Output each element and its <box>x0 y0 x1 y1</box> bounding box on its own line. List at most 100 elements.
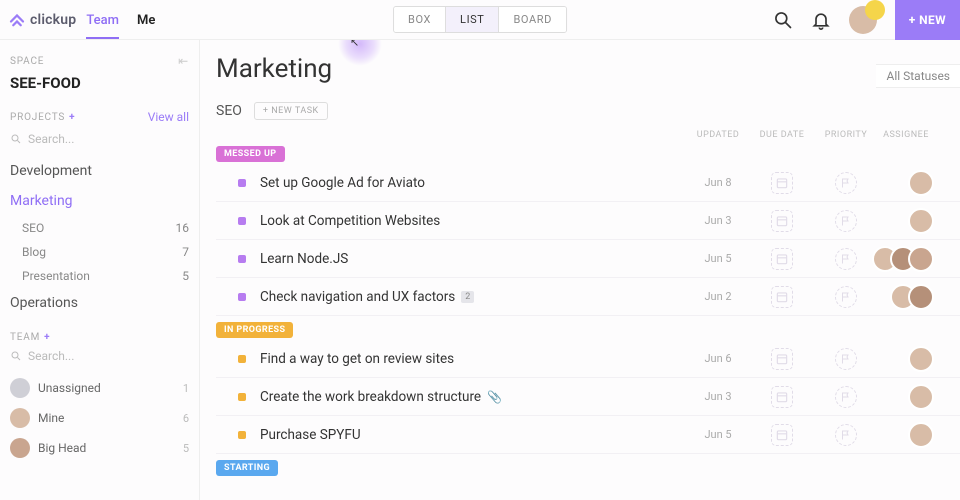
calendar-icon[interactable] <box>771 424 793 446</box>
sublist-seo[interactable]: SEO16 <box>10 216 189 240</box>
add-team-icon[interactable]: + <box>44 332 50 343</box>
task-row[interactable]: Look at Competition WebsitesJun 3 <box>216 202 960 240</box>
task-row[interactable]: Set up Google Ad for AviatoJun 8 <box>216 164 960 202</box>
bell-icon[interactable] <box>811 10 831 30</box>
status-pill[interactable]: STARTING <box>216 460 278 476</box>
task-name[interactable]: Find a way to get on review sites <box>260 351 686 367</box>
new-button[interactable]: + NEW <box>895 0 960 40</box>
brand-name: clickup <box>30 12 76 28</box>
tab-me[interactable]: Me <box>137 1 155 39</box>
space-name[interactable]: SEE-FOOD <box>10 74 189 92</box>
task-row[interactable]: Learn Node.JSJun 5 <box>216 240 960 278</box>
cursor-icon: ↖ <box>350 40 359 49</box>
view-all-link[interactable]: View all <box>148 110 189 124</box>
project-marketing[interactable]: Marketing <box>10 186 189 216</box>
assignee-avatar[interactable] <box>908 384 934 410</box>
cell-assignee[interactable] <box>878 284 934 310</box>
calendar-icon[interactable] <box>771 172 793 194</box>
cell-priority[interactable] <box>814 386 878 408</box>
team-mine[interactable]: Mine6 <box>10 403 189 433</box>
flag-icon[interactable] <box>835 172 857 194</box>
tab-team[interactable]: Team <box>86 1 119 39</box>
view-board[interactable]: BOARD <box>499 7 565 32</box>
cell-due[interactable] <box>750 210 814 232</box>
flag-icon[interactable] <box>835 286 857 308</box>
avatar-icon <box>10 378 30 398</box>
view-list[interactable]: LIST <box>446 7 499 32</box>
project-search[interactable]: Search... <box>10 132 189 146</box>
calendar-icon[interactable] <box>771 348 793 370</box>
cell-due[interactable] <box>750 248 814 270</box>
project-development[interactable]: Development <box>10 156 189 186</box>
assignee-avatar[interactable] <box>908 170 934 196</box>
status-pill[interactable]: IN PROGRESS <box>216 322 293 338</box>
user-avatar[interactable] <box>849 6 877 34</box>
cell-priority[interactable] <box>814 424 878 446</box>
sublist-presentation[interactable]: Presentation5 <box>10 264 189 288</box>
collapse-icon[interactable]: ⇤ <box>178 54 189 68</box>
status-dot <box>238 393 246 401</box>
assignee-avatar[interactable] <box>908 246 934 272</box>
task-name[interactable]: Look at Competition Websites <box>260 213 686 229</box>
cell-assignee[interactable] <box>878 346 934 372</box>
cell-priority[interactable] <box>814 210 878 232</box>
team-search[interactable]: Search... <box>10 349 189 363</box>
task-name[interactable]: Set up Google Ad for Aviato <box>260 175 686 191</box>
calendar-icon[interactable] <box>771 286 793 308</box>
search-icon <box>10 350 22 362</box>
assignee-avatar[interactable] <box>908 284 934 310</box>
flag-icon[interactable] <box>835 210 857 232</box>
flag-icon[interactable] <box>835 386 857 408</box>
calendar-icon[interactable] <box>771 248 793 270</box>
cell-priority[interactable] <box>814 172 878 194</box>
cell-assignee[interactable] <box>878 170 934 196</box>
new-task-button[interactable]: + NEW TASK <box>254 102 328 120</box>
task-row[interactable]: Find a way to get on review sitesJun 6 <box>216 340 960 378</box>
task-row[interactable]: Check navigation and UX factors2Jun 2 <box>216 278 960 316</box>
cell-priority[interactable] <box>814 286 878 308</box>
assignee-avatar[interactable] <box>908 208 934 234</box>
calendar-icon[interactable] <box>771 386 793 408</box>
cell-due[interactable] <box>750 386 814 408</box>
calendar-icon[interactable] <box>771 210 793 232</box>
column-headers: UPDATED DUE DATE PRIORITY ASSIGNEE <box>216 130 960 140</box>
brand-logo[interactable]: clickup <box>8 11 76 29</box>
cell-assignee[interactable] <box>878 384 934 410</box>
view-box[interactable]: BOX <box>394 7 446 32</box>
cell-due[interactable] <box>750 424 814 446</box>
task-name[interactable]: Check navigation and UX factors2 <box>260 289 686 305</box>
cell-assignee[interactable] <box>878 246 934 272</box>
cell-assignee[interactable] <box>878 208 934 234</box>
assignee-avatar[interactable] <box>908 346 934 372</box>
cell-updated: Jun 5 <box>686 428 750 441</box>
team-bighead[interactable]: Big Head5 <box>10 433 189 463</box>
status-pill[interactable]: MESSED UP <box>216 146 285 162</box>
avatar-icon <box>10 438 30 458</box>
task-row[interactable]: Purchase SPYFUJun 5 <box>216 416 960 454</box>
task-row[interactable]: Create the work breakdown structure📎Jun … <box>216 378 960 416</box>
team-unassigned[interactable]: Unassigned1 <box>10 373 189 403</box>
cell-priority[interactable] <box>814 348 878 370</box>
task-name[interactable]: Create the work breakdown structure📎 <box>260 389 686 405</box>
status-dot <box>238 355 246 363</box>
task-name[interactable]: Purchase SPYFU <box>260 427 686 443</box>
add-project-icon[interactable]: + <box>69 112 75 123</box>
sublist-blog[interactable]: Blog7 <box>10 240 189 264</box>
flag-icon[interactable] <box>835 248 857 270</box>
project-operations[interactable]: Operations <box>10 288 189 318</box>
cell-updated: Jun 3 <box>686 214 750 227</box>
subtask-count: 2 <box>461 291 474 303</box>
list-name[interactable]: SEO <box>216 103 242 119</box>
filter-statuses[interactable]: All Statuses <box>876 64 960 88</box>
flag-icon[interactable] <box>835 348 857 370</box>
cell-assignee[interactable] <box>878 422 934 448</box>
assignee-avatar[interactable] <box>908 422 934 448</box>
status-dot <box>238 217 246 225</box>
task-name[interactable]: Learn Node.JS <box>260 251 686 267</box>
cell-due[interactable] <box>750 286 814 308</box>
cell-priority[interactable] <box>814 248 878 270</box>
cell-due[interactable] <box>750 348 814 370</box>
flag-icon[interactable] <box>835 424 857 446</box>
search-icon[interactable] <box>773 10 793 30</box>
cell-due[interactable] <box>750 172 814 194</box>
